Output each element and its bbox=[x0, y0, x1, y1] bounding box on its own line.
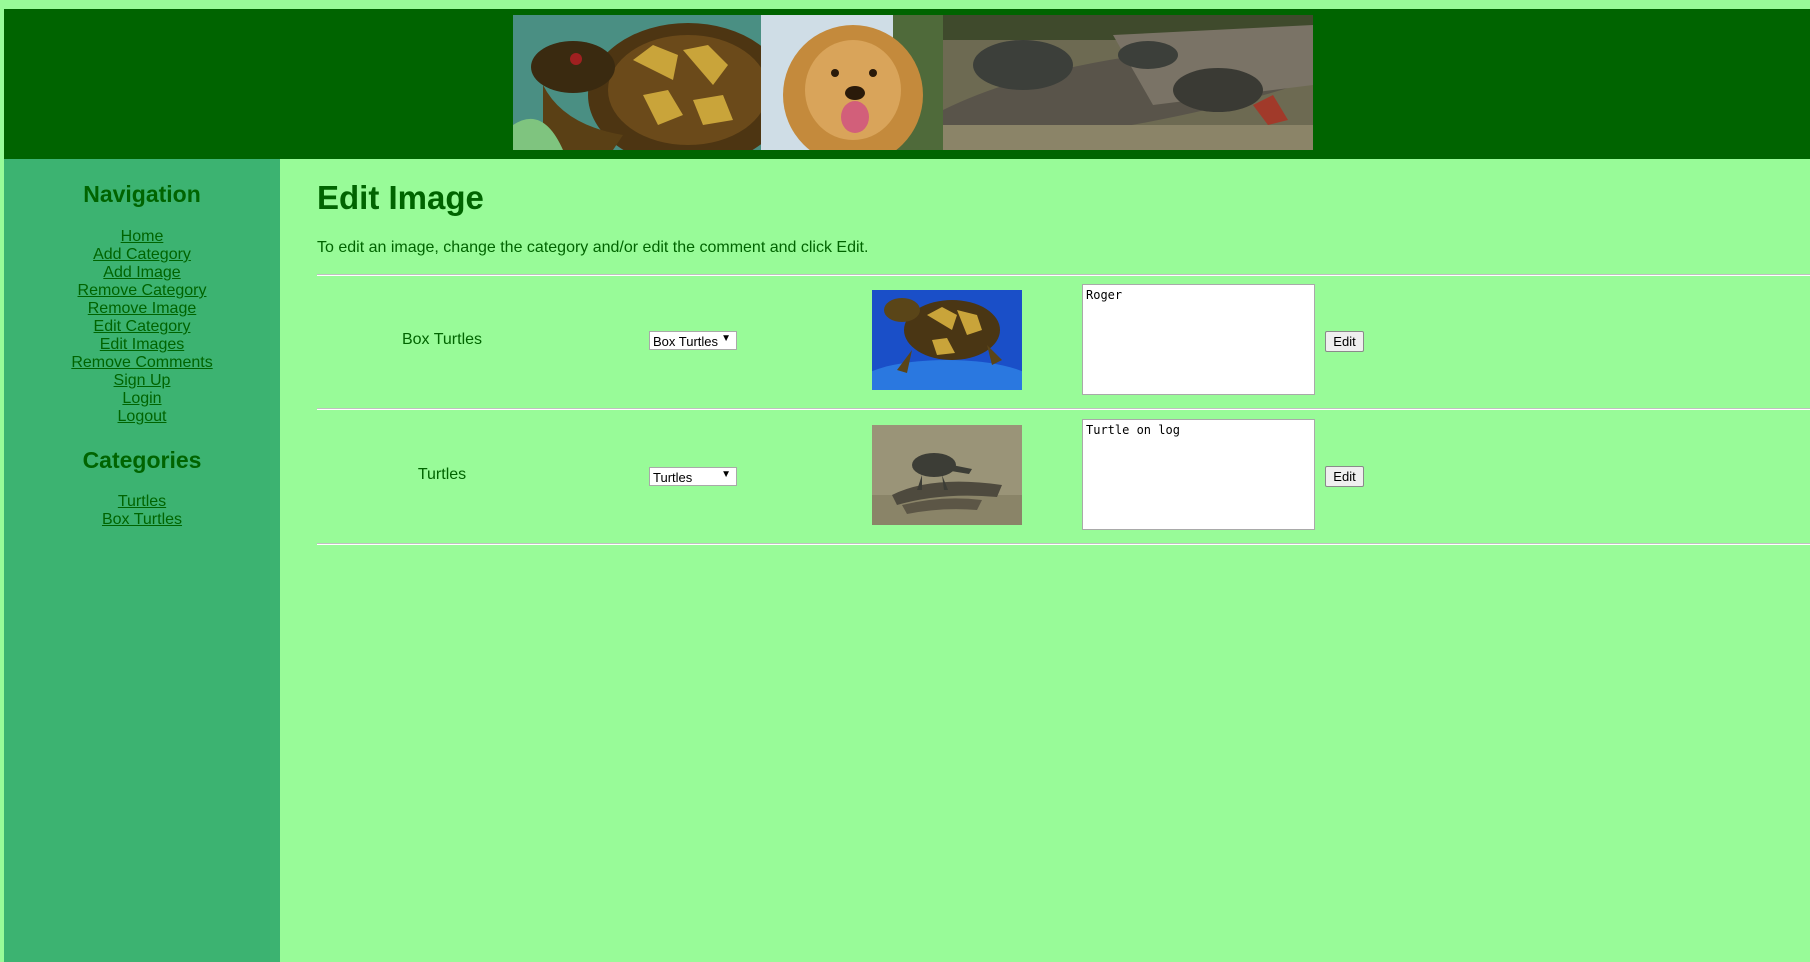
comment-textarea[interactable]: Roger bbox=[1082, 284, 1315, 395]
nav-link-login[interactable]: Login bbox=[4, 390, 280, 408]
sidebar: Navigation Home Add Category Add Image R… bbox=[4, 159, 280, 962]
nav-link-remove-category[interactable]: Remove Category bbox=[4, 282, 280, 300]
navigation-list: Home Add Category Add Image Remove Categ… bbox=[4, 228, 280, 426]
nav-link-remove-comments[interactable]: Remove Comments bbox=[4, 354, 280, 372]
nav-link-edit-images[interactable]: Edit Images bbox=[4, 336, 280, 354]
edit-button[interactable]: Edit bbox=[1325, 466, 1364, 487]
nav-link-add-image[interactable]: Add Image bbox=[4, 264, 280, 282]
row-category-label: Turtles bbox=[417, 466, 467, 483]
top-strip bbox=[0, 0, 1810, 8]
navigation-heading: Navigation bbox=[83, 181, 201, 207]
dropdown-arrow-icon: ▼ bbox=[721, 333, 731, 344]
page-title: Edit Image bbox=[317, 179, 484, 216]
categories-list: Turtles Box Turtles bbox=[4, 493, 280, 529]
nav-link-sign-up[interactable]: Sign Up bbox=[4, 372, 280, 390]
nav-link-add-category[interactable]: Add Category bbox=[4, 246, 280, 264]
image-thumbnail bbox=[872, 425, 1022, 525]
site-header bbox=[4, 9, 1810, 159]
instructions-text: To edit an image, change the category an… bbox=[317, 239, 869, 256]
category-link-box-turtles[interactable]: Box Turtles bbox=[4, 511, 280, 529]
nav-link-remove-image[interactable]: Remove Image bbox=[4, 300, 280, 318]
image-row: Box Turtles Box Turtles ▼ Roger Edit bbox=[317, 275, 1810, 408]
row-category-label: Box Turtles bbox=[401, 331, 483, 348]
nav-link-logout[interactable]: Logout bbox=[4, 408, 280, 426]
nav-link-edit-category[interactable]: Edit Category bbox=[4, 318, 280, 336]
category-select-value: Box Turtles bbox=[653, 334, 719, 349]
header-banner-image bbox=[513, 15, 1313, 150]
comment-textarea[interactable]: Turtle on log bbox=[1082, 419, 1315, 530]
category-select-value: Turtles bbox=[653, 470, 693, 485]
image-thumbnail bbox=[872, 290, 1022, 390]
dropdown-arrow-icon: ▼ bbox=[721, 469, 731, 480]
category-select[interactable]: Box Turtles ▼ bbox=[649, 331, 737, 350]
row-divider bbox=[317, 543, 1810, 545]
categories-heading: Categories bbox=[82, 447, 202, 473]
image-row: Turtles Turtles ▼ Turtle on log Edit bbox=[317, 409, 1810, 542]
nav-link-home[interactable]: Home bbox=[4, 228, 280, 246]
category-select[interactable]: Turtles ▼ bbox=[649, 467, 737, 486]
edit-button[interactable]: Edit bbox=[1325, 331, 1364, 352]
category-link-turtles[interactable]: Turtles bbox=[4, 493, 280, 511]
